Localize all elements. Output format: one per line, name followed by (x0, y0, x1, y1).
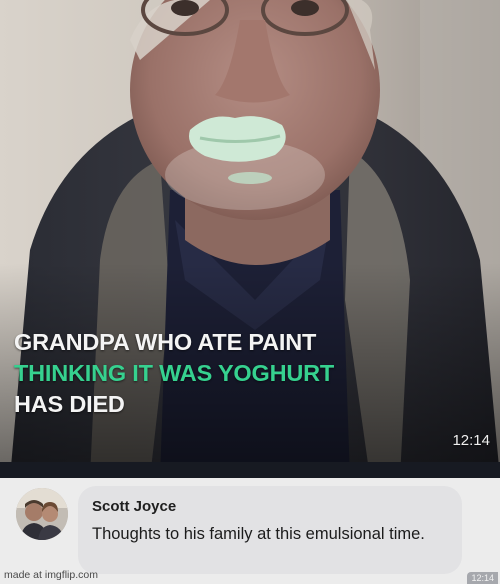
card-bottom-bar (0, 462, 500, 478)
meme-screenshot: GRANDPA WHO ATE PAINT THINKING IT WAS YO… (0, 0, 500, 584)
comment-bubble[interactable]: Scott Joyce Thoughts to his family at th… (78, 486, 462, 574)
comment-text: Thoughts to his family at this emulsiona… (92, 525, 425, 543)
video-caption: GRANDPA WHO ATE PAINT THINKING IT WAS YO… (14, 327, 334, 420)
video-post[interactable]: GRANDPA WHO ATE PAINT THINKING IT WAS YO… (0, 0, 500, 478)
imgflip-watermark: made at imgflip.com (4, 569, 98, 581)
avatar-photo-icon (16, 488, 68, 540)
video-timestamp: 12:14 (452, 432, 490, 449)
comment-section: Scott Joyce Thoughts to his family at th… (0, 478, 500, 584)
caption-line-1: GRANDPA WHO ATE PAINT (14, 329, 317, 355)
corner-timestamp: 12:14 (467, 572, 498, 584)
caption-line-2: THINKING IT WAS YOGHURT (14, 360, 335, 386)
commenter-name[interactable]: Scott Joyce (92, 498, 176, 515)
caption-line-3: HAS DIED (14, 391, 125, 417)
commenter-avatar[interactable] (16, 488, 68, 540)
